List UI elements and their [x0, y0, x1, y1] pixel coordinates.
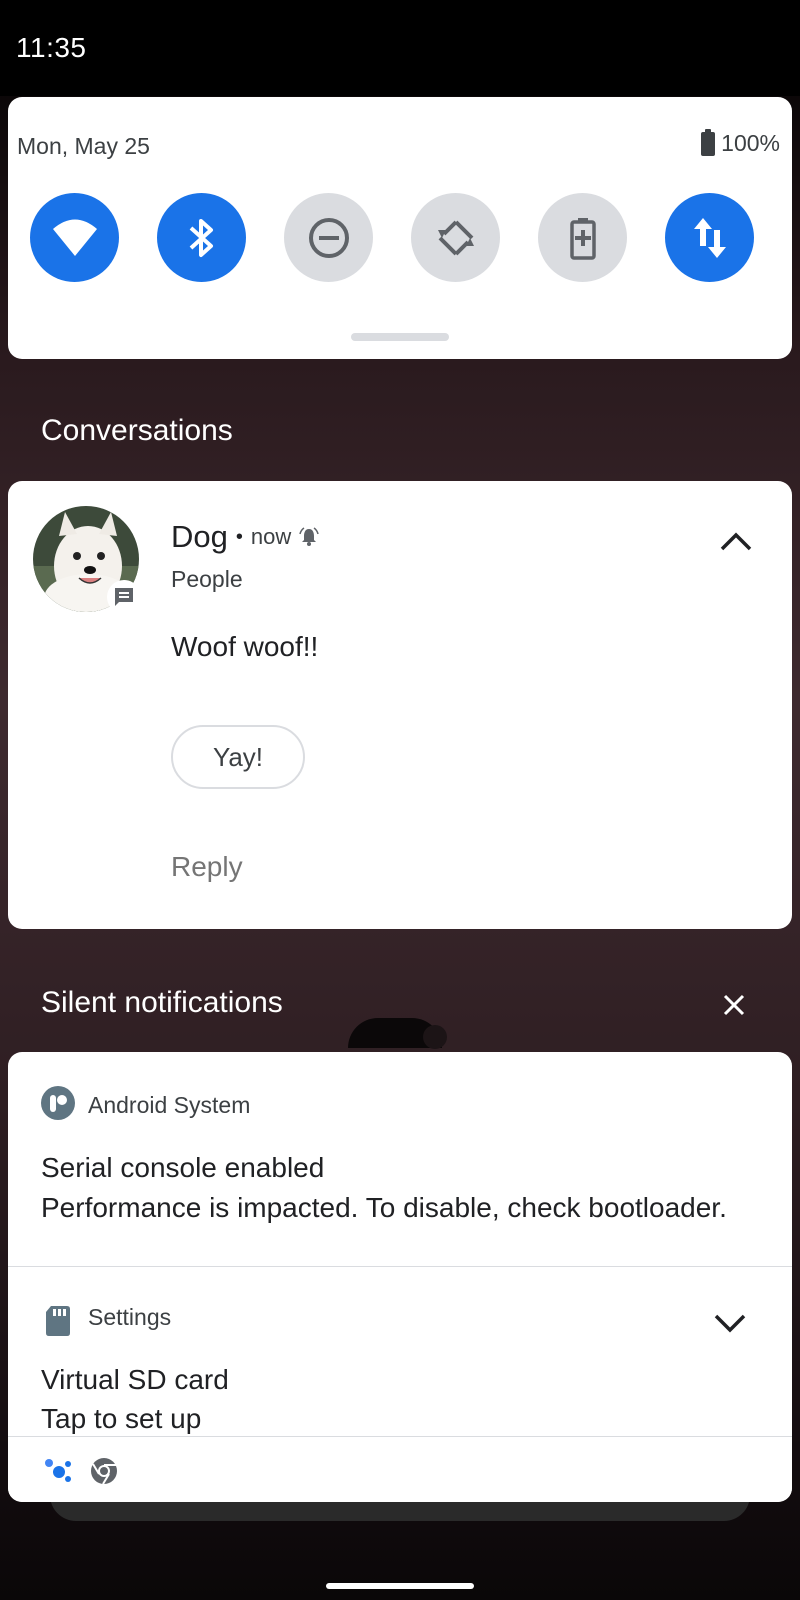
conversations-header: Conversations: [41, 414, 233, 447]
notification-android-system[interactable]: Android System Serial console enabled Pe…: [8, 1052, 792, 1266]
notification-text: Performance is impacted. To disable, che…: [41, 1192, 727, 1223]
dnd-tile[interactable]: [284, 193, 373, 282]
expand-button[interactable]: [708, 1302, 752, 1346]
message-text: Woof woof!!: [171, 631, 319, 662]
collapse-button[interactable]: [714, 519, 758, 563]
close-icon: [723, 994, 745, 1016]
chevron-down-icon: [714, 1314, 746, 1333]
google-assistant-icon[interactable]: [44, 1457, 72, 1483]
conversation-title-row: Dog • now: [171, 519, 319, 555]
message-badge: [107, 580, 141, 614]
quick-settings-tiles: [30, 193, 776, 283]
reply-action[interactable]: Reply: [171, 851, 243, 883]
battery-saver-icon: [569, 217, 596, 260]
notification-app-name: Settings: [88, 1304, 172, 1330]
home-gesture-bar[interactable]: [326, 1583, 474, 1589]
qs-drag-handle[interactable]: [351, 333, 449, 341]
sd-card-icon: [46, 1306, 70, 1336]
notification-settings[interactable]: Settings Virtual SD card Tap to set up: [8, 1267, 792, 1437]
background-decoration-dot: [423, 1025, 447, 1049]
qs-date[interactable]: Mon, May 25: [17, 133, 150, 160]
conversation-category: People: [171, 566, 243, 592]
battery-percent: 100%: [721, 130, 780, 156]
silent-notifications-header: Silent notifications: [41, 986, 283, 1019]
do-not-disturb-icon: [308, 217, 349, 258]
status-time: 11:35: [16, 32, 87, 63]
quick-settings-panel: Mon, May 25 100%: [8, 97, 792, 359]
wifi-tile[interactable]: [30, 193, 119, 282]
sender-name: Dog: [171, 519, 228, 554]
notification-title: Serial console enabled: [41, 1152, 325, 1183]
separator-dot: •: [235, 525, 243, 548]
chevron-up-icon: [720, 532, 752, 551]
chat-icon: [115, 588, 133, 606]
mobile-data-tile[interactable]: [665, 193, 754, 282]
bluetooth-icon: [189, 218, 213, 257]
wifi-icon: [52, 219, 97, 256]
silent-notifications-card: Android System Serial console enabled Pe…: [8, 1052, 792, 1502]
notification-title: Virtual SD card: [41, 1364, 229, 1395]
notification-time: now: [250, 524, 292, 549]
battery-saver-tile[interactable]: [538, 193, 627, 282]
battery-status[interactable]: 100%: [701, 128, 780, 157]
notification-app-name: Android System: [88, 1092, 251, 1118]
auto-rotate-tile[interactable]: [411, 193, 500, 282]
bluetooth-tile[interactable]: [157, 193, 246, 282]
auto-rotate-icon: [437, 220, 474, 255]
clear-silent-button[interactable]: [714, 985, 754, 1025]
status-bar: 11:35: [0, 0, 800, 96]
notification-footer: [8, 1436, 792, 1502]
android-system-icon: [41, 1086, 75, 1120]
battery-icon: [701, 128, 716, 156]
conversation-notification[interactable]: Dog • now People Woof woof!! Yay! Reply: [8, 481, 792, 929]
smart-reply-chip[interactable]: Yay!: [171, 725, 305, 789]
alerting-bell-icon: [299, 527, 319, 546]
chrome-icon[interactable]: [90, 1457, 118, 1485]
mobile-data-icon: [693, 217, 726, 258]
notification-text: Tap to set up: [41, 1403, 202, 1434]
